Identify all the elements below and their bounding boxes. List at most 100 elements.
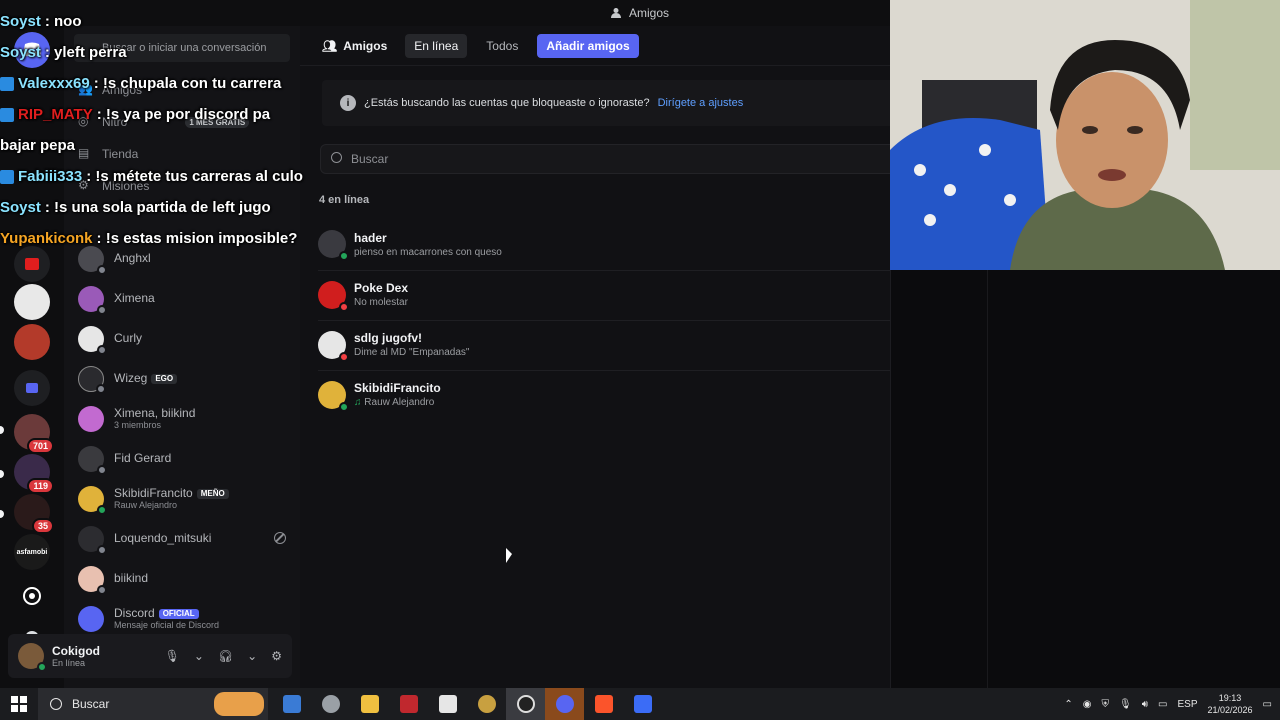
- dm-sub: Mensaje oficial de Discord: [114, 619, 220, 630]
- search-placeholder: Buscar: [351, 152, 389, 166]
- shield-icon[interactable]: ⛨: [1102, 699, 1110, 710]
- server-red[interactable]: [14, 324, 50, 360]
- chevron-up-icon[interactable]: ⌃: [1064, 699, 1072, 710]
- friend-name: Poke Dex: [354, 281, 409, 295]
- server-2[interactable]: 119: [14, 454, 54, 494]
- notice-text: ¿Estás buscando las cuentas que bloqueas…: [364, 97, 650, 109]
- chat-line: Yupankiconk: !s estas mision imposible?: [0, 223, 340, 254]
- folder-icon: [360, 695, 379, 713]
- clock[interactable]: 19:13 21/02/2026: [1208, 692, 1253, 716]
- taskbar-app-tf[interactable]: [389, 688, 428, 720]
- add-friend-button[interactable]: Añadir amigos: [537, 33, 639, 58]
- taskbar-obs[interactable]: [506, 688, 545, 720]
- chat-line: bajar pepa: [0, 130, 340, 161]
- microphone-icon[interactable]: 🎙︎: [165, 649, 180, 663]
- start-button[interactable]: [0, 688, 38, 720]
- discord-icon: [555, 695, 574, 713]
- avatar: [78, 526, 107, 555]
- friend-status: ♫ Rauw Alejandro: [354, 397, 441, 408]
- dm-item[interactable]: Loquendo_mitsuki: [78, 522, 292, 556]
- tab-all[interactable]: Todos: [477, 34, 527, 58]
- server-1[interactable]: 701: [14, 414, 54, 454]
- friends-tabs: 👥︎ Amigos En línea Todos Añadir amigos: [300, 26, 890, 66]
- dm-item[interactable]: biikind: [78, 562, 292, 596]
- friend-status: pienso en macarrones con queso: [354, 246, 502, 258]
- avatar: [78, 326, 107, 355]
- friend-row[interactable]: sdlg jugofv!Dime al MD "Empanadas" 💬︎⋮: [318, 320, 958, 368]
- friend-name: sdlg jugofv!: [354, 331, 422, 345]
- dm-name: Loquendo_mitsuki: [114, 531, 212, 546]
- status-dot: [97, 345, 107, 355]
- friends-main: 👥︎ Amigos En línea Todos Añadir amigos i …: [300, 26, 958, 688]
- avatar: [318, 280, 349, 312]
- friends-header-label: Amigos: [343, 38, 388, 53]
- chat-line: Soyst: !s una sola partida de left jugo: [0, 192, 340, 223]
- dm-item[interactable]: Curly: [78, 322, 292, 356]
- dm-item[interactable]: Wizeg EGO: [78, 362, 292, 396]
- friends-icon: [610, 8, 621, 18]
- microphone-icon[interactable]: 🎙︎: [1119, 699, 1132, 710]
- friend-row[interactable]: Poke DexNo molestar 💬︎⋮: [318, 270, 958, 318]
- chevron-down-icon[interactable]: ⌄: [194, 649, 204, 663]
- dm-item[interactable]: Discord OFICIAL Mensaje oficial de Discord: [78, 602, 292, 636]
- unread-pill: [0, 510, 4, 518]
- dm-item-group[interactable]: Ximena, biikind 3 miembros: [78, 402, 292, 436]
- friend-row[interactable]: SkibidiFrancito♫ Rauw Alejandro 💬︎⋮: [318, 370, 958, 418]
- friend-status: No molestar: [354, 297, 408, 308]
- clock-time: 19:13: [1218, 693, 1242, 703]
- taskbar-brave[interactable]: [584, 688, 623, 720]
- taskbar-app-1[interactable]: [272, 688, 311, 720]
- chat-msg: : !s una sola partida de left jugo: [44, 199, 271, 216]
- app-icon: [633, 695, 652, 713]
- app-icon: [282, 695, 301, 713]
- friend-name: hader: [354, 230, 387, 245]
- chat-line: RIP_MATY: !s ya pe por discord pa: [0, 99, 340, 130]
- chat-line: Soyst: yleft perra: [0, 37, 340, 68]
- avatar: [78, 606, 104, 632]
- taskbar-search-label: Buscar: [72, 697, 110, 711]
- server-asfamobi[interactable]: asfamobi: [14, 534, 50, 570]
- friend-row[interactable]: hader pienso en macarrones con queso: [318, 220, 958, 268]
- user-name: Cokigod: [52, 644, 100, 658]
- taskbar-app-6[interactable]: [467, 688, 506, 720]
- user-avatar[interactable]: [18, 643, 47, 672]
- chat-user: Fabiii333: [18, 168, 83, 185]
- dm-name: Anghxl: [114, 251, 151, 266]
- server-emblem[interactable]: [14, 578, 50, 614]
- notifications-icon[interactable]: ▭: [1263, 699, 1272, 710]
- settings-gear-icon[interactable]: ⚙: [271, 649, 282, 663]
- avatar: [78, 366, 106, 394]
- taskbar-file-explorer[interactable]: [350, 688, 389, 720]
- taskbar-search[interactable]: Buscar: [38, 688, 268, 720]
- server-3[interactable]: 35: [14, 494, 54, 534]
- language-indicator[interactable]: ESP: [1177, 699, 1197, 710]
- taskbar-app-5[interactable]: [428, 688, 467, 720]
- friends-search-input[interactable]: Buscar: [320, 144, 920, 174]
- dm-item[interactable]: SkibidiFrancito MEÑO Rauw Alejandro: [78, 482, 292, 516]
- taskbar-discord[interactable]: [545, 688, 584, 720]
- dm-item[interactable]: Fid Gerard: [78, 442, 292, 476]
- taskbar-app-2[interactable]: [311, 688, 350, 720]
- network-icon[interactable]: ▭: [1158, 699, 1167, 710]
- chat-msg: : yleft perra: [44, 44, 127, 61]
- dm-name: Ximena: [114, 291, 155, 306]
- dm-item[interactable]: Ximena: [78, 282, 292, 316]
- discord-tray-icon[interactable]: ◉: [1083, 699, 1092, 710]
- chat-line: Fabiii333: !s métete tus carreras al cul…: [0, 161, 340, 192]
- dm-sub: Rauw Alejandro: [114, 499, 178, 510]
- status-dot: [97, 305, 107, 315]
- tab-online[interactable]: En línea: [405, 33, 468, 58]
- server-sketch[interactable]: [14, 284, 50, 320]
- taskbar-app-10[interactable]: [623, 688, 662, 720]
- blocked-notice: i ¿Estás buscando las cuentas que bloque…: [322, 80, 922, 126]
- badge-icon: [0, 76, 14, 91]
- chevron-down-icon[interactable]: ⌄: [247, 649, 257, 663]
- chat-user: Soyst: [0, 199, 41, 216]
- folder-blue[interactable]: [14, 370, 50, 406]
- chat-user: Soyst: [0, 13, 41, 30]
- window-title: Amigos: [628, 6, 669, 20]
- badge-icon: [0, 107, 14, 122]
- speaker-icon[interactable]: 🔊︎: [1142, 699, 1148, 710]
- settings-link[interactable]: Dirígete a ajustes: [658, 97, 744, 109]
- headphones-icon[interactable]: 🎧︎: [218, 649, 233, 663]
